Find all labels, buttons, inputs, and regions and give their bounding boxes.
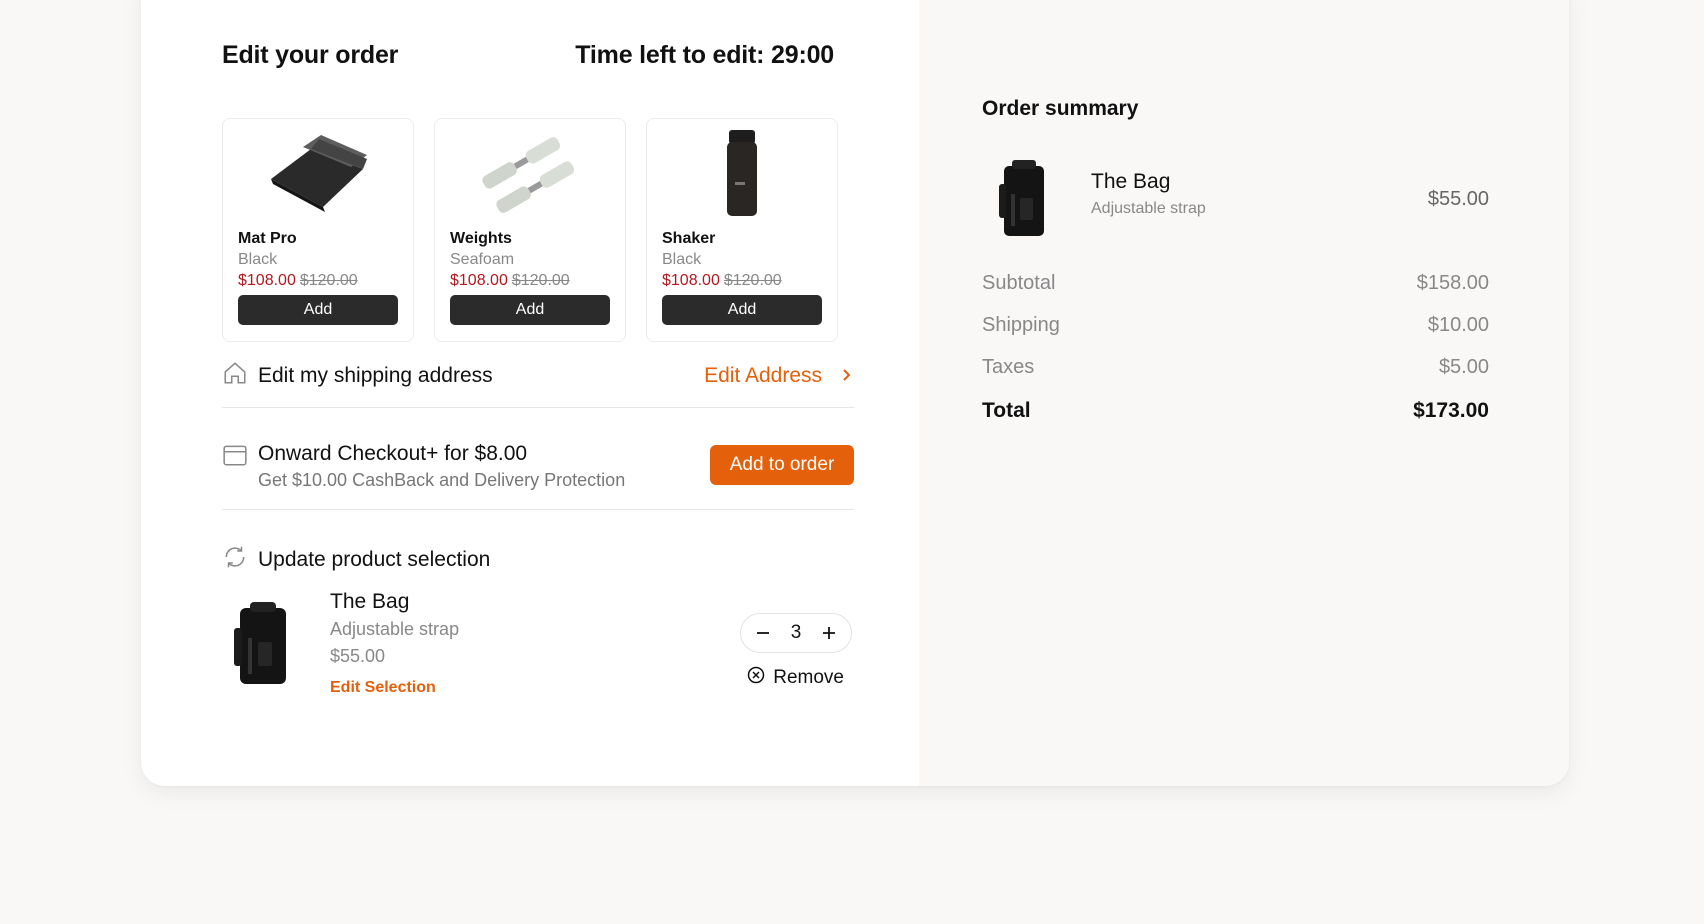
- subtotal-line: Subtotal $158.00: [982, 262, 1489, 304]
- edit-address-text: Edit Address: [704, 363, 822, 387]
- upsell-prices: $108.00 $120.00: [662, 272, 822, 290]
- upsell-card-weights: Weights Seafoam $108.00 $120.00 Add: [434, 118, 626, 342]
- upsell-prices: $108.00 $120.00: [238, 272, 398, 290]
- summary-item-variant: Adjustable strap: [1091, 200, 1206, 217]
- total-label: Total: [982, 399, 1031, 422]
- shipping-address-row: Edit my shipping address Edit Address: [222, 354, 854, 408]
- remove-button[interactable]: Remove: [747, 666, 844, 690]
- upsell-prices: $108.00 $120.00: [450, 272, 610, 290]
- onward-subtitle: Get $10.00 CashBack and Delivery Protect…: [258, 470, 626, 490]
- sale-price: $108.00: [450, 272, 508, 289]
- add-shaker-button[interactable]: Add: [662, 295, 822, 325]
- selected-item-price: $55.00: [330, 646, 386, 666]
- upsell-variant: Seafoam: [450, 251, 515, 268]
- taxes-line: Taxes $5.00: [982, 346, 1489, 388]
- update-selection-header: Update product selection: [222, 544, 490, 576]
- minus-icon[interactable]: [753, 623, 773, 643]
- upsell-name: Mat Pro: [238, 230, 297, 247]
- page-title: Edit your order: [222, 41, 399, 69]
- shipping-label-group: Edit my shipping address: [222, 360, 493, 392]
- subtotal-label: Subtotal: [982, 271, 1056, 294]
- quantity-value: 3: [790, 622, 802, 643]
- upsell-variant: Black: [662, 251, 702, 268]
- shipping-label: Edit my shipping address: [258, 363, 493, 387]
- upsell-name: Shaker: [662, 230, 716, 247]
- dumbbells-image: [450, 119, 610, 229]
- selected-item: The Bag Adjustable strap $55.00 Edit Sel…: [222, 590, 854, 700]
- package-icon: [222, 442, 248, 473]
- plus-icon[interactable]: [819, 623, 839, 643]
- summary-totals: Subtotal $158.00 Shipping $10.00 Taxes $…: [982, 262, 1489, 432]
- taxes-value: $5.00: [1438, 355, 1489, 378]
- remove-label: Remove: [773, 667, 844, 688]
- sale-price: $108.00: [238, 272, 296, 289]
- summary-item-price: $55.00: [1427, 188, 1489, 210]
- order-summary-panel: Order summary The Bag Adjustable strap $…: [919, 0, 1569, 786]
- order-edit-card: Edit your order Time left to edit: 29:00…: [141, 0, 1569, 786]
- sale-price: $108.00: [662, 272, 720, 289]
- original-price: $120.00: [723, 272, 782, 289]
- selected-item-variant: Adjustable strap: [330, 619, 460, 639]
- quantity-stepper: 3: [740, 613, 852, 653]
- add-to-order-button[interactable]: Add to order: [710, 445, 854, 485]
- original-price: $120.00: [299, 272, 358, 289]
- refresh-icon: [222, 544, 248, 576]
- onward-title: Onward Checkout+ for $8.00: [258, 442, 528, 465]
- shipping-line: Shipping $10.00: [982, 304, 1489, 346]
- upsell-name: Weights: [450, 230, 512, 247]
- edit-timer: Time left to edit: 29:00: [575, 41, 834, 69]
- edit-selection-link[interactable]: Edit Selection: [330, 679, 459, 697]
- summary-item-name: The Bag: [1091, 170, 1171, 193]
- home-icon: [222, 360, 248, 392]
- chevron-right-icon: [840, 364, 854, 388]
- summary-item: The Bag Adjustable strap $55.00: [982, 158, 1492, 242]
- bag-image: [222, 598, 302, 688]
- taxes-label: Taxes: [982, 355, 1035, 378]
- onward-text: Onward Checkout+ for $8.00 Get $10.00 Ca…: [258, 442, 625, 491]
- total-line: Total $173.00: [982, 390, 1489, 432]
- original-price: $120.00: [511, 272, 570, 289]
- upsell-card-mat: Mat Pro Black $108.00 $120.00 Add: [222, 118, 414, 342]
- upsell-card-shaker: Shaker Black $108.00 $120.00 Add: [646, 118, 838, 342]
- close-circle-icon: [747, 666, 765, 690]
- edit-header: Edit your order Time left to edit: 29:00: [222, 41, 834, 70]
- upsell-variant: Black: [238, 251, 278, 268]
- total-value: $173.00: [1413, 399, 1489, 422]
- add-weights-button[interactable]: Add: [450, 295, 610, 325]
- shipping-label: Shipping: [982, 313, 1060, 336]
- edit-panel: Edit your order Time left to edit: 29:00…: [141, 0, 919, 786]
- update-selection-label: Update product selection: [258, 548, 491, 571]
- add-mat-button[interactable]: Add: [238, 295, 398, 325]
- bag-image: [992, 158, 1054, 238]
- yoga-mat-image: [238, 119, 398, 229]
- selected-item-name: The Bag: [330, 590, 410, 613]
- edit-address-link[interactable]: Edit Address: [704, 364, 854, 388]
- summary-title: Order summary: [982, 97, 1139, 120]
- shaker-bottle-image: [662, 119, 822, 229]
- selected-item-info: The Bag Adjustable strap $55.00 Edit Sel…: [330, 590, 459, 697]
- shipping-value: $10.00: [1427, 313, 1489, 336]
- subtotal-value: $158.00: [1416, 271, 1489, 294]
- upsell-products: Mat Pro Black $108.00 $120.00 Add Weight…: [222, 118, 838, 342]
- onward-checkout-row: Onward Checkout+ for $8.00 Get $10.00 Ca…: [222, 428, 854, 510]
